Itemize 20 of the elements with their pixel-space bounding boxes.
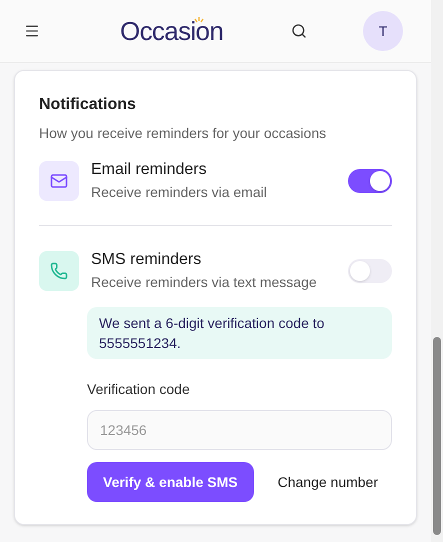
- phone-icon: [39, 250, 79, 290]
- section-title: Notifications: [39, 95, 137, 115]
- search-icon[interactable]: [291, 23, 308, 39]
- channel-description: Receive reminders via text message: [91, 273, 318, 292]
- toggle-switch[interactable]: [348, 168, 392, 192]
- channel-name: SMS reminders: [91, 250, 202, 270]
- verify-button[interactable]: Verify & enable SMS: [87, 462, 254, 502]
- channel-name: Email reminders: [91, 160, 208, 180]
- envelope-icon: [39, 160, 79, 200]
- change-number-button[interactable]: Change number: [278, 472, 378, 492]
- scrollbar-thumb[interactable]: [433, 337, 441, 535]
- info-message: We sent a 6-digit verification code to 5555551234.: [87, 307, 392, 359]
- verification-code-field[interactable]: 123456: [87, 410, 392, 450]
- avatar[interactable]: T: [363, 11, 403, 51]
- section-subtitle: How you receive reminders for your occasions: [39, 124, 328, 143]
- menu-icon[interactable]: [24, 23, 40, 39]
- logo[interactable]: Occasion: [120, 12, 224, 50]
- field-label: Verification code: [87, 380, 191, 399]
- channel-description: Receive reminders via email: [91, 183, 268, 202]
- toggle-switch[interactable]: [348, 258, 392, 282]
